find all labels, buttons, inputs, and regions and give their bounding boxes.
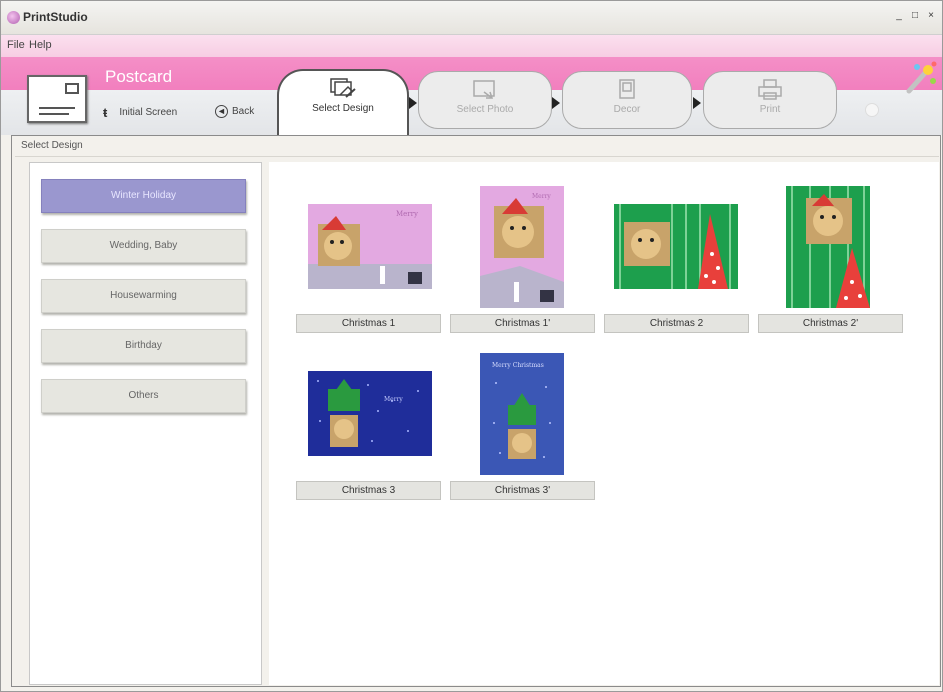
step-decor-label: Decor (613, 104, 641, 115)
initial-screen-label: Initial Screen (119, 107, 178, 118)
magic-wand-icon[interactable] (903, 59, 939, 95)
select-photo-icon (473, 80, 495, 99)
category-winter-holiday[interactable]: Winter Holiday (41, 179, 246, 213)
step-decor[interactable]: Decor (562, 71, 692, 129)
svg-text:Merry Christmas: Merry Christmas (492, 362, 544, 369)
title-bar: PrintStudio _ □ × (1, 1, 942, 35)
design-thumbnail[interactable]: Merry (480, 186, 564, 308)
step-select-design[interactable]: Select Design (277, 69, 409, 135)
step-print-label: Print (759, 104, 781, 115)
step-select-photo[interactable]: Select Photo (418, 71, 552, 129)
home-icon: ŧ (103, 105, 108, 120)
menu-help[interactable]: Help (29, 39, 52, 51)
postcard-icon (27, 75, 87, 123)
initial-screen-link[interactable]: ŧ Initial Screen (103, 105, 177, 120)
svg-text:Merry: Merry (532, 193, 551, 200)
step-select-photo-label: Select Photo (456, 104, 514, 115)
design-label[interactable]: Christmas 3' (450, 481, 595, 500)
select-design-icon (330, 78, 356, 98)
design-thumbnail[interactable]: Merry (308, 204, 432, 289)
status-dot (865, 103, 879, 117)
category-birthday[interactable]: Birthday (41, 329, 246, 363)
category-housewarming[interactable]: Housewarming (41, 279, 246, 313)
step-arrow-icon (409, 97, 417, 109)
design-thumbnail[interactable] (786, 186, 870, 308)
design-label[interactable]: Christmas 2' (758, 314, 903, 333)
maximize-button[interactable]: □ (908, 9, 922, 23)
svg-text:Merry: Merry (384, 396, 403, 403)
app-logo-icon (7, 11, 20, 24)
design-label[interactable]: Christmas 1' (450, 314, 595, 333)
header-bar: Postcard ŧ Initial Screen ◄ Back Select … (1, 57, 942, 135)
section-title: Postcard (105, 67, 173, 86)
step-select-design-label: Select Design (312, 103, 374, 114)
svg-text:Merry: Merry (396, 210, 418, 218)
category-pane: Winter Holiday Wedding, Baby Housewarmin… (29, 162, 262, 685)
back-arrow-icon: ◄ (215, 105, 228, 118)
panel-label: Select Design (21, 140, 83, 151)
app-window: PrintStudio _ □ × File Help Postcard ŧ I… (0, 0, 943, 692)
menu-file[interactable]: File (7, 39, 25, 51)
back-link[interactable]: ◄ Back (215, 105, 254, 118)
decor-icon (619, 79, 635, 99)
design-label[interactable]: Christmas 2 (604, 314, 749, 333)
design-thumbnail[interactable]: Merry (308, 371, 432, 456)
back-label: Back (232, 106, 255, 117)
category-wedding-baby[interactable]: Wedding, Baby (41, 229, 246, 263)
design-thumbnail[interactable]: Merry Christmas (480, 353, 564, 475)
design-label[interactable]: Christmas 1 (296, 314, 441, 333)
menu-bar: File Help (1, 35, 942, 57)
step-arrow-icon (693, 97, 701, 109)
design-grid: Merry Merry Merry Merry Christmas Christ… (269, 162, 939, 685)
minimize-button[interactable]: _ (892, 9, 906, 23)
app-title: PrintStudio (23, 10, 88, 24)
panel-divider (15, 156, 939, 157)
step-arrow-icon (552, 97, 560, 109)
close-button[interactable]: × (924, 9, 938, 23)
printer-icon (758, 79, 782, 100)
step-print[interactable]: Print (703, 71, 837, 129)
category-others[interactable]: Others (41, 379, 246, 413)
design-label[interactable]: Christmas 3 (296, 481, 441, 500)
window-controls: _ □ × (892, 9, 938, 23)
design-thumbnail[interactable] (614, 204, 738, 289)
